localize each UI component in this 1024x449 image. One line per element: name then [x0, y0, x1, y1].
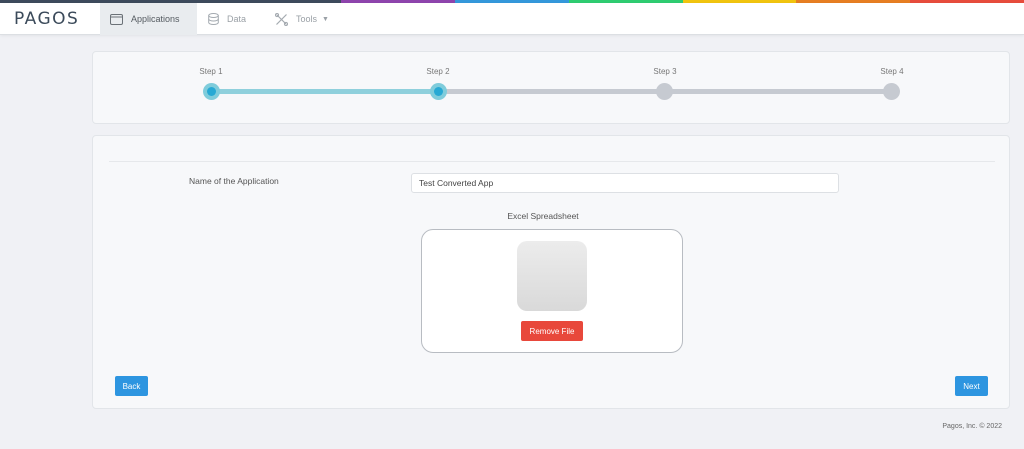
pagos-logo[interactable]: PAGOS	[14, 8, 86, 30]
nav-data[interactable]: Data	[198, 3, 262, 35]
nav-applications-label: Applications	[131, 14, 180, 24]
nav-data-label: Data	[227, 14, 247, 24]
app-name-input[interactable]	[411, 173, 839, 193]
nav-tools[interactable]: Tools ▼	[265, 3, 345, 35]
step-2-label: Step 2	[426, 67, 450, 76]
file-thumbnail	[517, 241, 587, 311]
step-1-marker	[203, 83, 220, 100]
step-progress-panel: Step 1 Step 2 Step 3 Step 4	[92, 51, 1010, 124]
step-4-marker	[883, 83, 900, 100]
app-name-label: Name of the Application	[189, 176, 279, 186]
window-icon	[110, 13, 123, 25]
nav-applications[interactable]: Applications	[100, 3, 197, 35]
chevron-down-icon: ▼	[322, 15, 329, 23]
step-3-label: Step 3	[653, 67, 677, 76]
step-3-marker	[656, 83, 673, 100]
step-4-label: Step 4	[880, 67, 904, 76]
top-navbar: PAGOS Applications Data Tools ▼	[0, 3, 1024, 35]
progress-track-complete	[211, 89, 438, 94]
file-dropzone[interactable]: Remove File	[421, 229, 683, 353]
next-button[interactable]: Next	[955, 376, 988, 396]
form-divider	[109, 161, 995, 162]
back-button[interactable]: Back	[115, 376, 148, 396]
excel-spreadsheet-label: Excel Spreadsheet	[507, 211, 579, 221]
nav-tools-label: Tools	[296, 14, 318, 24]
remove-file-button[interactable]: Remove File	[521, 321, 583, 341]
step-2-marker	[430, 83, 447, 100]
application-form-panel: Name of the Application Excel Spreadshee…	[92, 135, 1010, 409]
footer-copyright: Pagos, Inc. © 2022	[942, 423, 1002, 430]
tools-icon	[275, 12, 288, 26]
step-1-label: Step 1	[199, 67, 223, 76]
database-icon	[208, 13, 219, 25]
